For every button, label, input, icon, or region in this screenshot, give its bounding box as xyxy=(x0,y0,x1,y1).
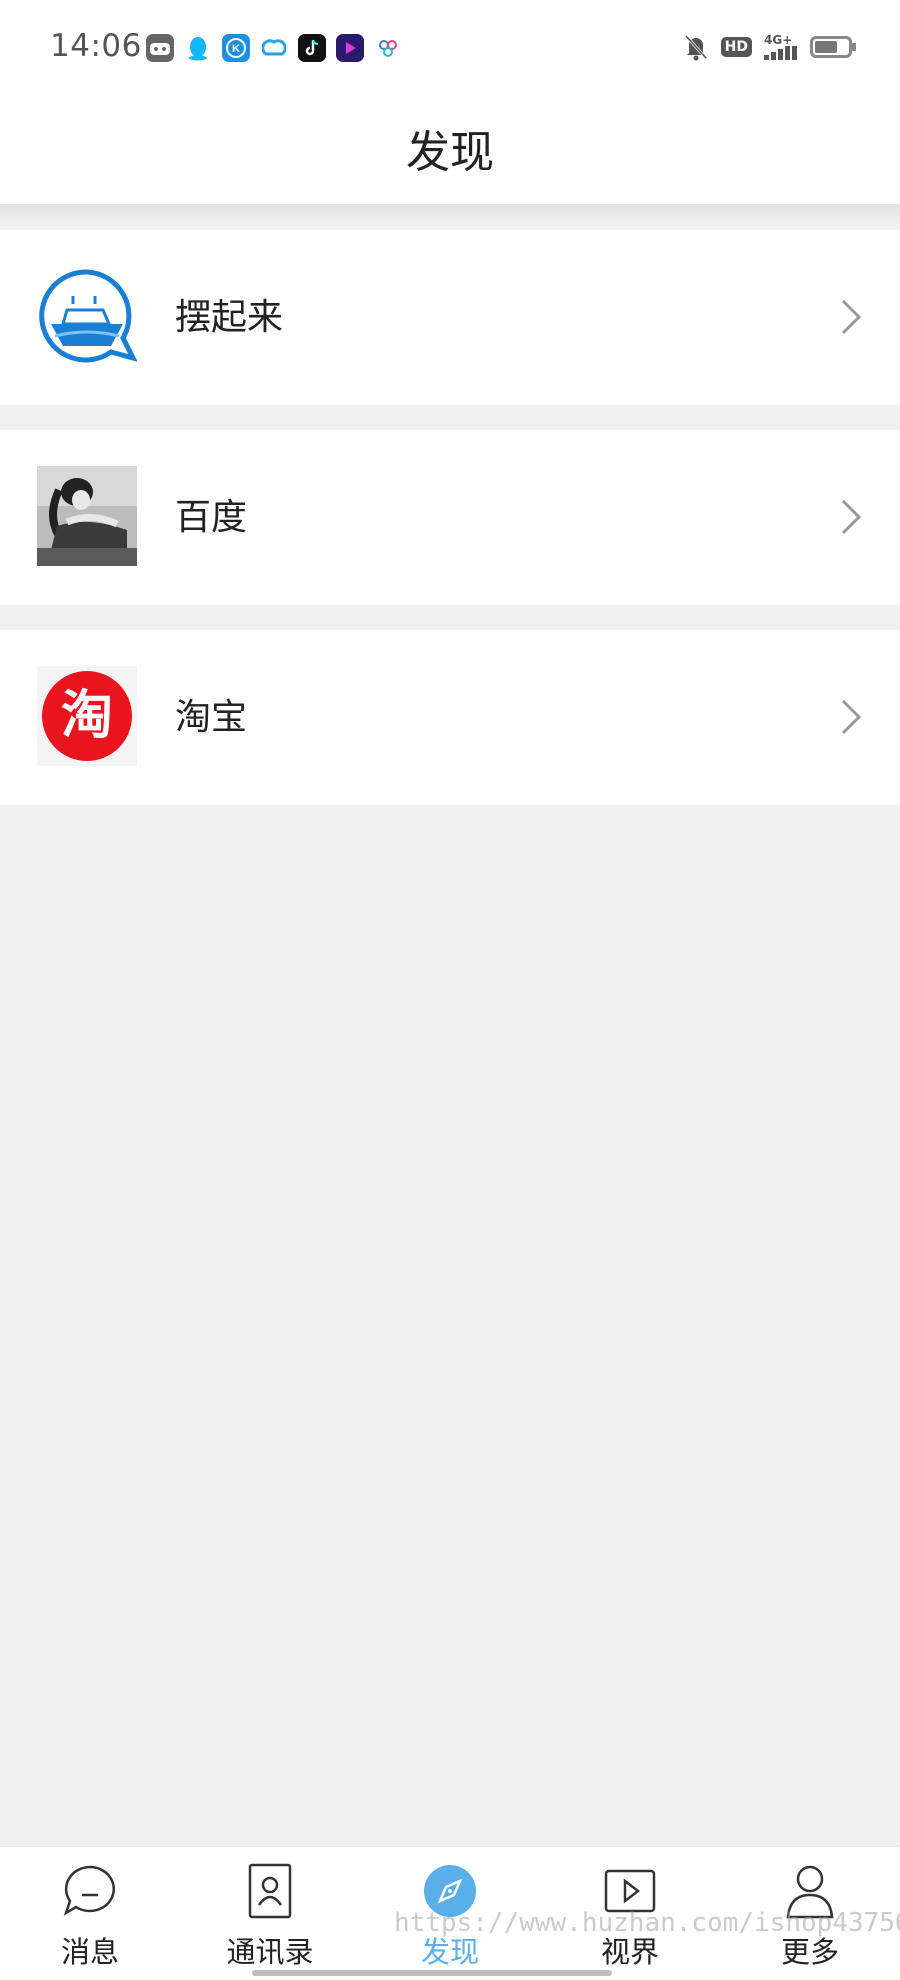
status-bar: 14:06 K HD 4G+ xyxy=(0,0,900,96)
chat-bubble-icon xyxy=(63,1865,115,1916)
page-title: 发现 xyxy=(406,127,494,178)
chevron-right-icon xyxy=(841,299,862,335)
network-type-text: 4G+ xyxy=(764,33,793,47)
home-indicator[interactable] xyxy=(252,1970,612,1976)
list-item-label: 淘宝 xyxy=(175,697,248,738)
svg-text:K: K xyxy=(232,43,240,55)
video-app-icon xyxy=(336,34,364,62)
tab-label: 通讯录 xyxy=(226,1935,314,1969)
tab-contacts[interactable]: 通讯录 xyxy=(180,1847,360,1980)
app-header: 发现 xyxy=(0,96,900,204)
cloud-icon xyxy=(260,34,288,62)
qq-icon xyxy=(184,34,212,62)
hd-badge-text: HD xyxy=(720,37,752,57)
watermark-text: https://www.huzhan.com/ishop43756 xyxy=(394,1908,900,1938)
taobao-logo-text: 淘 xyxy=(60,686,113,746)
chevron-right-icon xyxy=(841,699,862,735)
list-item-taobao[interactable]: 淘 淘宝 xyxy=(0,630,900,805)
status-right-icons: HD 4G+ xyxy=(683,32,856,62)
tab-label: 消息 xyxy=(60,1935,119,1969)
hd-icon: HD xyxy=(720,32,752,62)
list-item-label: 百度 xyxy=(175,497,248,538)
tiktok-icon xyxy=(298,34,326,62)
bell-muted-icon xyxy=(683,32,709,62)
kugou-icon: K xyxy=(222,34,250,62)
ship-chat-logo-icon xyxy=(37,266,137,366)
list-item-baidu[interactable]: 百度 xyxy=(0,430,900,605)
contacts-icon xyxy=(248,1863,292,1919)
status-time: 14:06 xyxy=(50,28,142,64)
photo-avatar-icon xyxy=(37,466,137,566)
taobao-logo-icon: 淘 xyxy=(37,666,137,766)
signal-4g-icon: 4G+ xyxy=(764,32,798,62)
game-controller-icon xyxy=(146,34,174,62)
battery-icon xyxy=(810,32,856,62)
tab-messages[interactable]: 消息 xyxy=(0,1847,180,1980)
status-app-icons: K xyxy=(146,34,402,62)
list-item-label: 摆起来 xyxy=(175,297,284,338)
clover-icon xyxy=(374,34,402,62)
header-divider xyxy=(0,204,900,230)
list-item-baiqilai[interactable]: 摆起来 xyxy=(0,230,900,405)
chevron-right-icon xyxy=(841,499,862,535)
